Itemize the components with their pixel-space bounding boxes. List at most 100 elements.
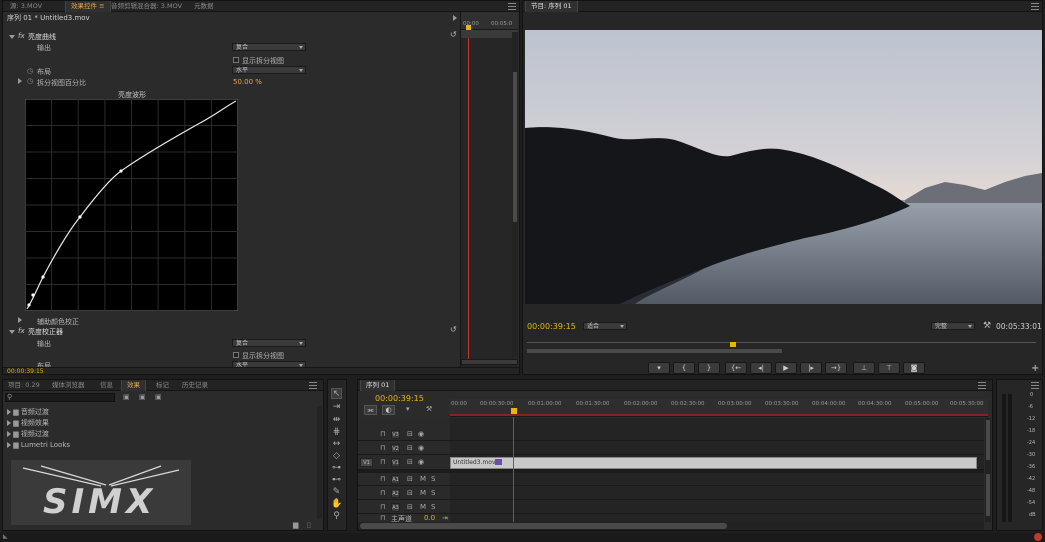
track-label-a2[interactable]: A2 [391, 489, 400, 498]
fit-dropdown[interactable]: 适合 [583, 322, 627, 330]
zoom-tool-icon[interactable]: ⚲ [331, 511, 342, 522]
error-icon[interactable] [1034, 533, 1042, 541]
add-marker-icon[interactable]: ▾ [406, 405, 410, 413]
vertical-scrollbar[interactable] [512, 32, 518, 357]
linked-selection-icon[interactable]: ◐ [382, 405, 395, 415]
lock-icon[interactable]: ⊓ [380, 489, 385, 497]
eye-icon[interactable]: ◉ [418, 458, 424, 466]
lock-icon[interactable]: ⊓ [380, 444, 385, 452]
ripple-tool-icon[interactable]: ⇹ [331, 415, 342, 426]
section-collapse-icon[interactable] [9, 330, 15, 334]
lock-icon[interactable]: ⊓ [380, 475, 385, 483]
mini-scrollbar[interactable] [461, 359, 518, 365]
menu-icon[interactable] [1031, 3, 1039, 10]
hand-tool-icon[interactable]: ✋ [331, 499, 342, 510]
video-clip[interactable]: Untitled3.mov [450, 457, 977, 469]
track-label-a1[interactable]: A1 [391, 475, 400, 484]
work-area-bar[interactable] [450, 414, 988, 416]
go-to-out-button[interactable]: →} [825, 362, 847, 374]
lock-icon[interactable]: ⊓ [380, 514, 385, 522]
split-pct-value[interactable]: 50.00 % [233, 78, 262, 86]
playhead-marker[interactable] [730, 342, 736, 347]
tab-history[interactable]: 历史记录 [177, 380, 213, 391]
master-volume[interactable]: 0.0 [424, 514, 435, 522]
mute-button[interactable]: M [420, 503, 426, 511]
sync-lock-icon[interactable]: ⊟ [407, 475, 413, 483]
quality-dropdown[interactable]: 完整 [931, 322, 975, 330]
mute-button[interactable]: M [420, 489, 426, 497]
slide-tool-icon[interactable]: ⊷ [331, 475, 342, 486]
mute-button[interactable]: M [420, 475, 426, 483]
program-timecode[interactable]: 00:00:39:15 [527, 322, 576, 331]
sync-lock-icon[interactable]: ⊟ [407, 458, 413, 466]
eye-icon[interactable]: ◉ [418, 444, 424, 452]
fx-badge[interactable]: fx [18, 32, 25, 40]
tab-program[interactable]: 节目: 序列 01 [525, 1, 578, 12]
lock-icon[interactable]: ⊓ [380, 430, 385, 438]
expand-arrow-icon[interactable] [18, 78, 22, 84]
menu-icon[interactable] [508, 3, 516, 10]
luma-curve-graph[interactable] [25, 99, 238, 311]
snap-icon[interactable]: ⫘ [364, 405, 377, 415]
stopwatch-icon[interactable]: ◷ [27, 67, 33, 75]
rolling-tool-icon[interactable]: ⋕ [331, 427, 342, 438]
go-to-end-icon[interactable]: ⇥ [442, 514, 448, 522]
new-bin-icon[interactable]: ▣ [123, 393, 130, 401]
list-item[interactable]: ▆ 音频过渡 [7, 407, 49, 418]
expand-arrow-icon[interactable] [453, 15, 457, 21]
timeline-wrench-icon[interactable]: ⚒ [426, 405, 432, 413]
mark-out-button[interactable]: } [698, 362, 720, 374]
mini-timeline[interactable]: 00:00 00:05:0 [460, 12, 518, 372]
timeline-v-scrollbar[interactable] [985, 418, 991, 522]
vertical-scrollbar[interactable] [317, 406, 322, 518]
lift-button[interactable]: ⊥ [853, 362, 875, 374]
step-forward-button[interactable]: |▸ [800, 362, 822, 374]
sync-lock-icon[interactable]: ⊟ [407, 489, 413, 497]
split-view-checkbox[interactable] [233, 352, 239, 358]
delete-icon[interactable]: ▯ [307, 521, 311, 529]
tab-metadata[interactable]: 元数据 [189, 1, 219, 12]
reset-icon[interactable]: ↺ [450, 325, 457, 334]
program-scrubber[interactable] [527, 342, 1036, 354]
tab-project[interactable]: 项目: 0.29 [3, 380, 45, 391]
razor-tool-icon[interactable]: ◇ [331, 451, 342, 462]
section-collapse-icon[interactable] [9, 35, 15, 39]
track-label-v1[interactable]: V1 [391, 458, 400, 467]
eye-icon[interactable]: ◉ [418, 430, 424, 438]
solo-button[interactable]: S [431, 489, 435, 497]
timeline-ruler[interactable]: 00:00 00:00:30:00 00:01:00:00 00:01:30:0… [450, 399, 988, 417]
bottom-timecode[interactable]: 00:00:39:15 [7, 368, 44, 374]
solo-button[interactable]: S [431, 503, 435, 511]
yuv-icon[interactable]: ▣ [155, 393, 162, 401]
list-item[interactable]: ▆ Lumetri Looks [7, 440, 70, 451]
menu-icon[interactable] [1031, 382, 1039, 389]
track-select-tool-icon[interactable]: ⇥ [331, 402, 342, 413]
rate-stretch-tool-icon[interactable]: ↔ [331, 439, 342, 450]
menu-icon[interactable] [978, 382, 986, 389]
timeline-h-scrollbar[interactable] [358, 522, 984, 530]
sync-lock-icon[interactable]: ⊟ [407, 430, 413, 438]
timeline-timecode[interactable]: 00:00:39:15 [375, 394, 424, 403]
stopwatch-icon[interactable]: ◷ [27, 77, 33, 85]
slip-tool-icon[interactable]: ⊶ [331, 463, 342, 474]
output-dropdown[interactable]: 复合 [232, 339, 306, 347]
fx-badge[interactable]: fx [18, 327, 25, 335]
lock-icon[interactable]: ⊓ [380, 503, 385, 511]
tab-media-browser[interactable]: 媒体浏览器 [47, 380, 90, 391]
list-item[interactable]: ▆ 视频过渡 [7, 429, 49, 440]
wrench-icon[interactable]: ⚒ [983, 321, 991, 331]
output-dropdown[interactable]: 复合 [232, 43, 306, 51]
lock-icon[interactable]: ⊓ [380, 458, 385, 466]
expand-arrow-icon[interactable] [18, 317, 22, 323]
tab-effect-controls[interactable]: 效果控件 ≡ [65, 1, 111, 12]
extract-button[interactable]: ⊤ [878, 362, 900, 374]
accelerated-icon[interactable]: ▣ [139, 393, 146, 401]
add-button-icon[interactable]: + [1031, 363, 1039, 374]
source-patch-v1[interactable]: V1 [360, 458, 373, 467]
new-folder-icon[interactable]: ▆ [293, 521, 298, 529]
split-view-checkbox[interactable] [233, 57, 239, 63]
mark-in-button[interactable]: { [673, 362, 695, 374]
track-label-v2[interactable]: V2 [391, 444, 400, 453]
list-item[interactable]: ▆ 视频效果 [7, 418, 49, 429]
add-marker-button[interactable]: ▾ [648, 362, 670, 374]
